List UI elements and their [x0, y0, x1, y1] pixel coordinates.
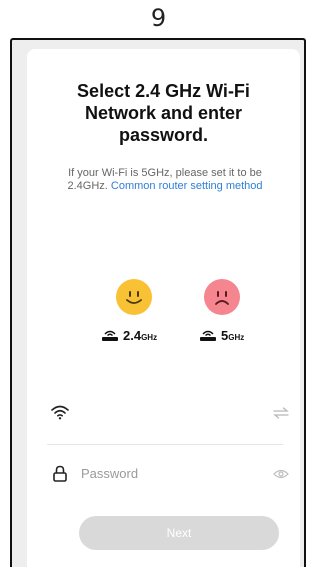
happy-face-icon — [116, 279, 152, 315]
router-icon — [200, 330, 216, 341]
step-number: 9 — [150, 4, 167, 32]
field-divider — [47, 444, 283, 445]
wifi-network-field[interactable] — [43, 398, 289, 428]
sad-face-icon — [204, 279, 240, 315]
eye-icon[interactable] — [273, 468, 289, 480]
password-field — [43, 462, 289, 486]
router-setting-link[interactable]: Common router setting method — [111, 180, 263, 192]
wifi-setup-card: Select 2.4 GHz Wi-Fi Network and enter p… — [27, 49, 300, 569]
router-icon — [102, 330, 118, 341]
phone-frame: Select 2.4 GHz Wi-Fi Network and enter p… — [10, 38, 306, 569]
wifi-icon — [51, 405, 69, 420]
page-title: Select 2.4 GHz Wi-Fi Network and enter p… — [77, 81, 250, 145]
password-input[interactable] — [81, 462, 241, 484]
band-label-5ghz: 5 GHz — [199, 327, 244, 343]
band-hint: If your Wi-Fi is 5GHz, please set it to … — [49, 167, 281, 193]
band-value: 2.4 — [123, 327, 142, 343]
band-unit: GHz — [228, 332, 245, 342]
switch-network-icon[interactable] — [273, 406, 289, 420]
band-value: 5 — [221, 327, 229, 343]
band-label-2-4ghz: 2.4 GHz — [101, 327, 157, 343]
next-button[interactable]: Next — [79, 516, 279, 550]
lock-icon — [53, 465, 67, 482]
band-unit: GHz — [141, 332, 158, 342]
